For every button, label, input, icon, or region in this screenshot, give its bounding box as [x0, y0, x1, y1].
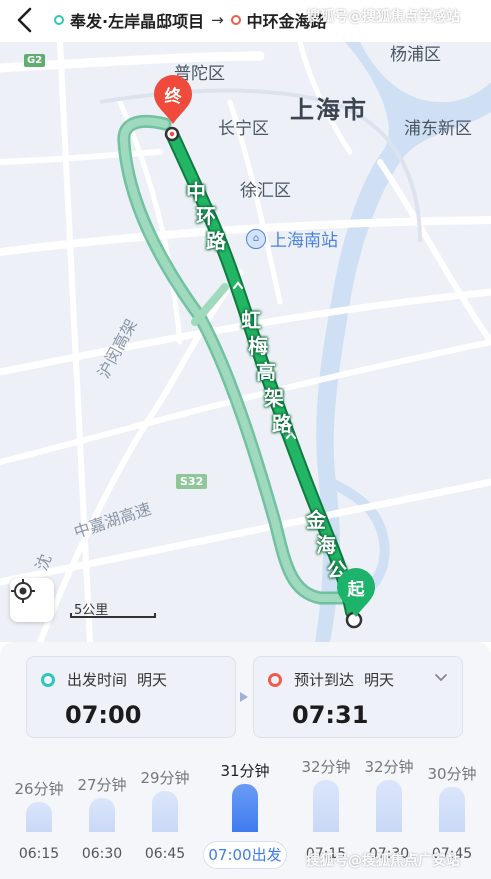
time-panel: 出发时间 明天 07:00 预计到达 明天 07:31 26分钟 06:15 27分… [0, 642, 491, 879]
watermark: 搜狐号@搜狐焦点学感站 [306, 9, 460, 25]
duration-bar [232, 783, 258, 832]
duration-bar [313, 780, 339, 832]
origin-name: 奉发·左岸晶邸项目 [70, 12, 205, 31]
time-option[interactable]: 29分钟 06:45 [135, 750, 195, 874]
duration-bar [26, 802, 52, 832]
duration-bar [89, 798, 115, 832]
time-option-duration: 32分钟 [301, 758, 351, 776]
time-option-duration: 27分钟 [77, 776, 127, 795]
district-label-xuhui: 徐汇区 [240, 181, 291, 201]
end-marker-label: 终 [164, 87, 182, 107]
start-marker-label: 起 [347, 580, 365, 600]
time-option[interactable]: 31分钟 07:00出发 [203, 750, 287, 874]
chevron-down-icon [435, 674, 447, 682]
route-arrow: → [211, 11, 224, 29]
duration-bar [376, 780, 402, 832]
time-option-duration: 26分钟 [14, 780, 64, 798]
arrival-label: 预计到达 [294, 671, 355, 689]
time-option-time: 06:15 [18, 846, 60, 862]
highway-badge-g2: G2 [24, 54, 46, 67]
station-label[interactable]: ⌂ 上海南站 [246, 226, 338, 251]
start-marker[interactable]: 起 [334, 567, 378, 619]
train-station-icon: ⌂ [246, 228, 266, 249]
route-label-char: 虹 [241, 308, 261, 332]
arrival-day: 明天 [364, 671, 395, 689]
district-label-yangpu: 杨浦区 [390, 45, 441, 65]
locate-button[interactable] [10, 578, 54, 622]
time-option-duration: 29分钟 [140, 769, 190, 787]
city-label: 上海市 [290, 96, 368, 124]
time-option-duration: 32分钟 [364, 758, 414, 776]
duration-bar [152, 791, 178, 832]
origin-dot-icon [54, 15, 64, 25]
destination-dot-icon [230, 15, 241, 25]
departure-time: 07:00 [65, 701, 142, 729]
selected-departure-time: 07:00出发 [203, 841, 287, 869]
departure-dot-icon [41, 672, 55, 687]
route-map[interactable]: G2 S32 普陀区 长宁区 徐汇区 浦东新区 杨浦区 上海市 ⌂ 上海南站 沪… [0, 42, 491, 642]
watermark: 搜狐号@搜狐焦点广安站 [306, 853, 460, 869]
crosshair-icon [11, 579, 35, 603]
time-option[interactable]: 27分钟 06:30 [72, 750, 132, 874]
departure-header: 出发时间 明天 [41, 669, 167, 690]
route-label-char: 路 [272, 412, 292, 436]
back-button[interactable] [8, 3, 42, 37]
highway-badge-s32: S32 [176, 474, 208, 489]
time-option-duration: 31分钟 [220, 761, 270, 780]
district-label-changning: 长宁区 [218, 119, 269, 139]
district-label-pudong: 浦东新区 [404, 119, 472, 139]
time-option-time: 06:30 [81, 846, 123, 862]
scale-bar [70, 613, 156, 618]
arrival-time-card[interactable]: 预计到达 明天 07:31 [253, 656, 463, 738]
time-option-duration: 30分钟 [427, 765, 477, 784]
chevron-left-icon [17, 7, 32, 33]
route-label-char: 高 [256, 360, 276, 384]
time-option-time: 06:45 [144, 846, 186, 862]
route-label-char: 架 [264, 386, 284, 410]
departure-day: 明天 [137, 671, 168, 689]
arrival-dot-icon [268, 672, 282, 687]
arrival-time: 07:31 [292, 701, 369, 729]
departure-label: 出发时间 [67, 671, 128, 689]
route-label-char: 梅 [248, 334, 268, 358]
time-option[interactable]: 26分钟 06:15 [9, 750, 69, 874]
end-marker[interactable]: 终 [151, 74, 195, 126]
map-scale: 5公里 [70, 598, 158, 622]
arrival-header: 预计到达 明天 [268, 669, 394, 690]
arrow-right-icon [240, 692, 248, 702]
duration-bar [439, 787, 465, 832]
route-label-char: 路 [206, 229, 226, 253]
station-name: 上海南站 [270, 231, 338, 251]
departure-time-card[interactable]: 出发时间 明天 07:00 [26, 656, 236, 738]
